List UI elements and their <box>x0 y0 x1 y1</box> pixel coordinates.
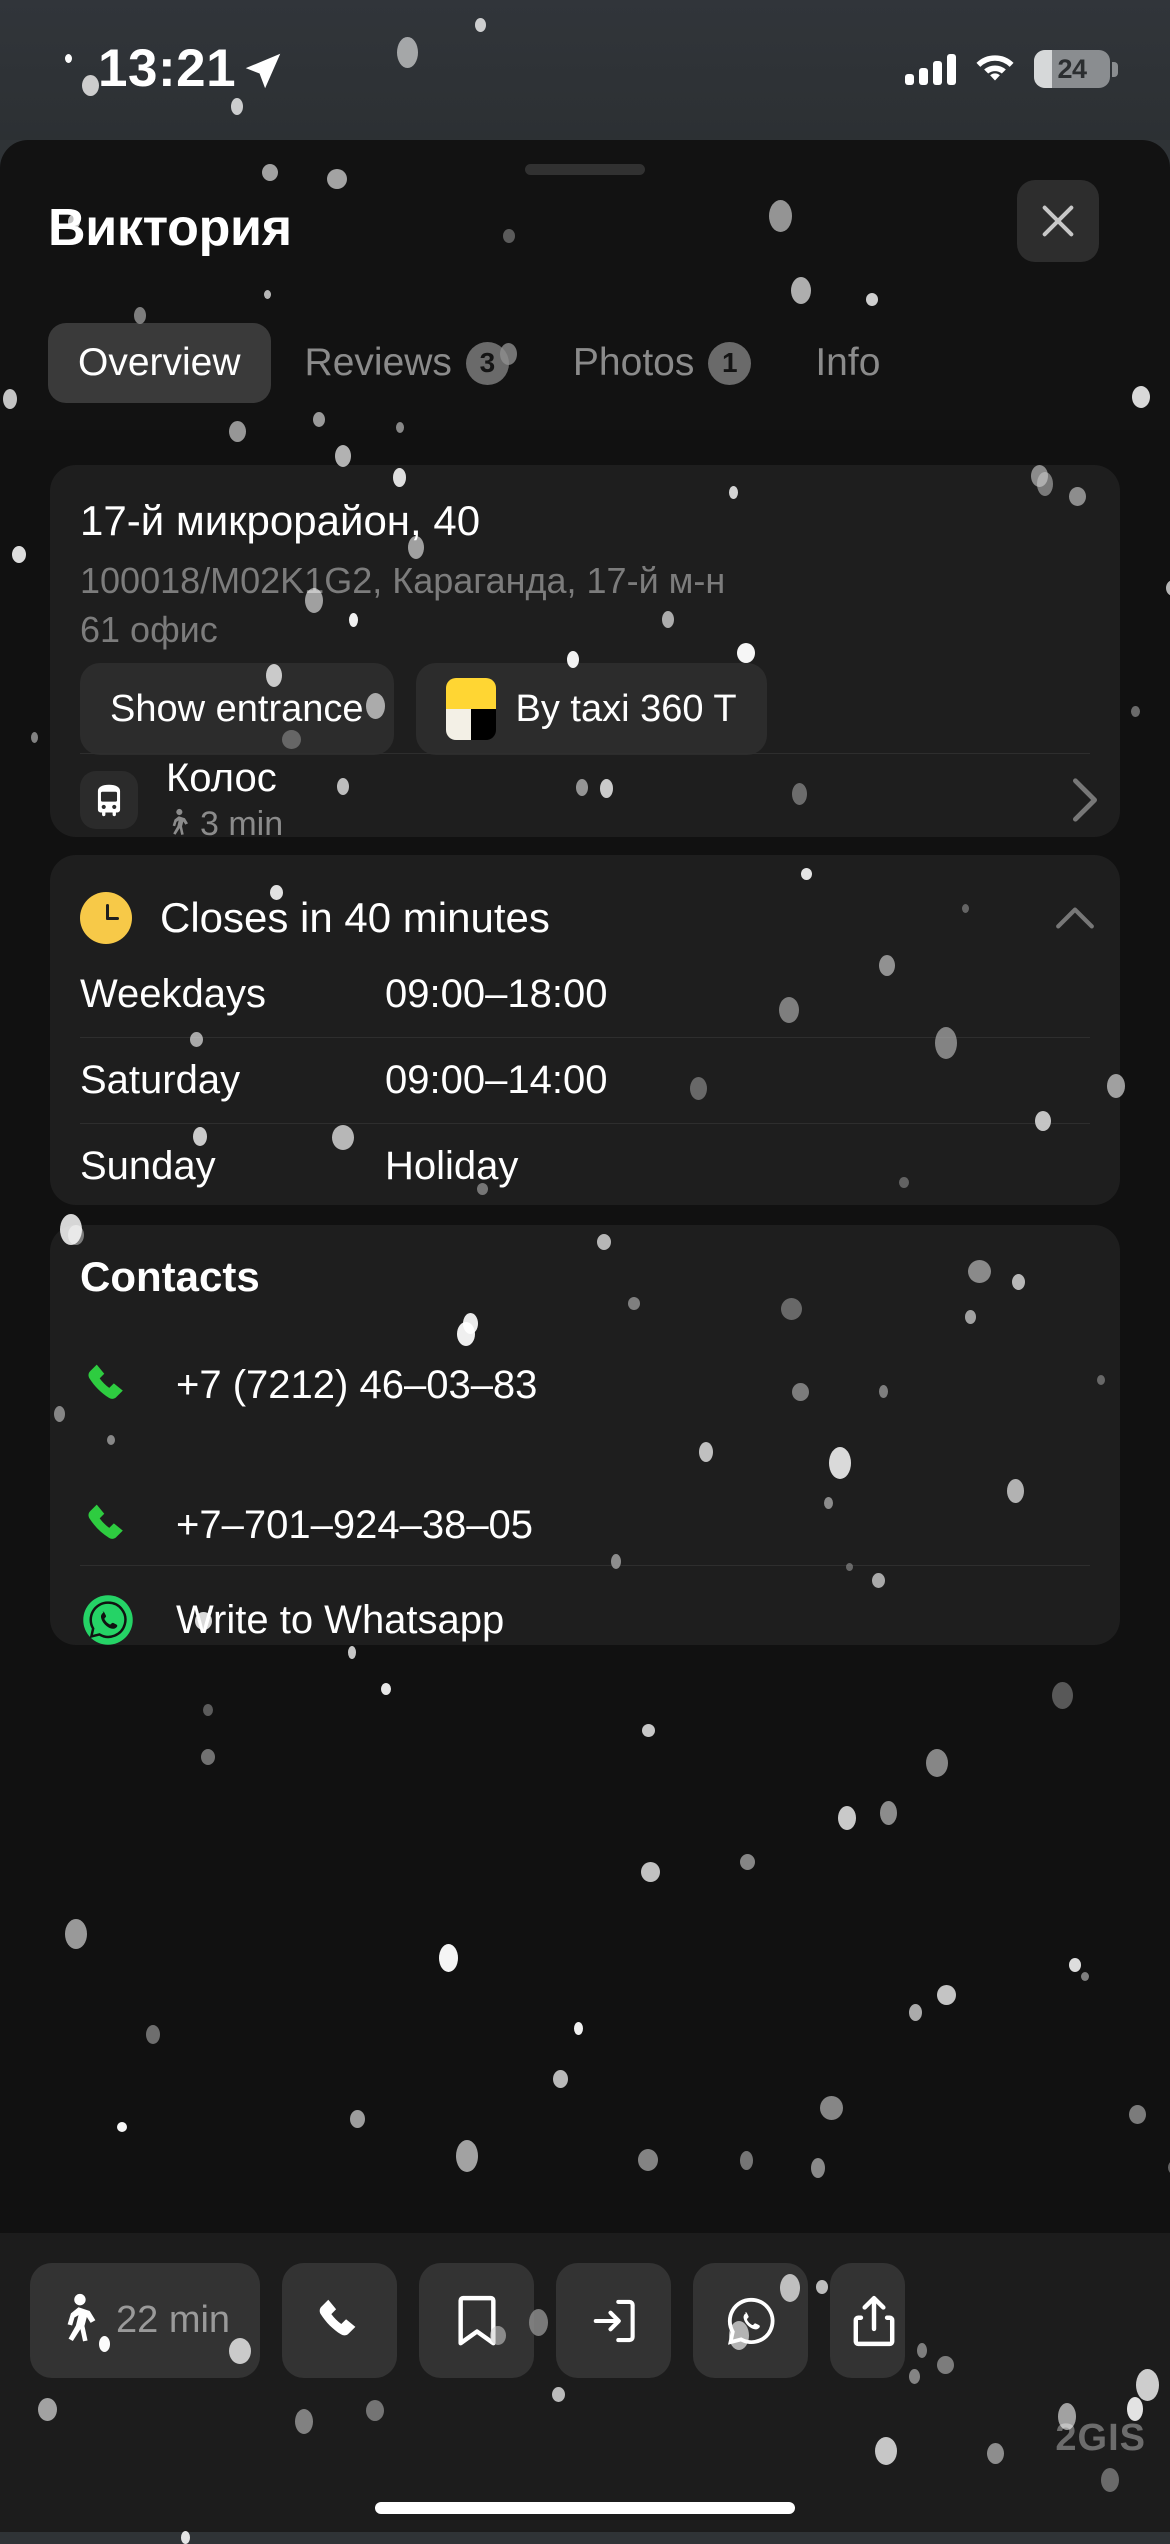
hours-row-weekdays: Weekdays 09:00–18:00 <box>80 951 1090 1037</box>
status-bar-time: 13:21 <box>98 39 237 98</box>
transit-stop-info: Колос 3 min <box>166 757 283 844</box>
hours-day-saturday: Saturday <box>80 1057 241 1102</box>
hours-row-saturday: Saturday 09:00–14:00 <box>80 1037 1090 1123</box>
enter-arrow-icon <box>593 2299 635 2342</box>
hours-day-weekdays: Weekdays <box>80 971 267 1016</box>
bookmark-icon <box>458 2295 496 2345</box>
tab-overview[interactable]: Overview <box>48 323 271 403</box>
address-subtitle-line1: 100018/M02K1G2, Караганда, 17-й м-н <box>80 560 726 601</box>
tab-info[interactable]: Info <box>785 323 910 403</box>
status-bar-indicators: 24 <box>905 50 1118 88</box>
transit-walk-time: 3 min <box>200 804 284 843</box>
bookmark-button[interactable] <box>419 2263 535 2378</box>
hours-card: Closes in 40 minutes Weekdays 09:00–18:0… <box>50 855 1120 1205</box>
tab-photos[interactable]: Photos 1 <box>543 323 781 403</box>
contacts-title: Contacts <box>80 1253 260 1300</box>
phone-icon <box>319 2299 355 2335</box>
bottom-action-bar: 22 min <box>0 2233 1170 2532</box>
hours-row-sunday: Sunday Holiday <box>80 1123 1090 1209</box>
tab-photos-badge: 1 <box>708 341 752 385</box>
yandex-taxi-icon <box>445 678 496 740</box>
transit-stop-row[interactable]: Колос 3 min <box>80 757 1100 843</box>
battery-level-label: 24 <box>1057 53 1087 84</box>
battery-icon: 24 <box>1034 50 1110 88</box>
show-entrance-label: Show entrance <box>110 687 364 730</box>
place-card-sheet: Виктория Overview Reviews 3 Photos 1 Inf… <box>0 140 1170 2532</box>
page-title: Виктория <box>48 199 292 257</box>
close-icon <box>1042 205 1074 237</box>
address-title: 17-й микрорайон, 40 <box>80 497 481 544</box>
tab-reviews-badge: 3 <box>465 341 509 385</box>
walking-person-icon <box>67 2293 96 2341</box>
whatsapp-button[interactable] <box>693 2263 809 2378</box>
clock-icon <box>80 892 132 944</box>
contact-phone-1-label: +7 (7212) 46–03–83 <box>176 1362 538 1407</box>
hours-status-label: Closes in 40 minutes <box>160 894 550 941</box>
contact-row-phone-1[interactable]: +7 (7212) 46–03–83 <box>80 1330 1090 1440</box>
contact-row-phone-2[interactable]: +7–701–924–38–05 <box>80 1470 1090 1580</box>
route-walk-label: 22 min <box>116 2299 231 2341</box>
hours-day-sunday: Sunday <box>80 1143 216 1188</box>
bottom-action-buttons: 22 min <box>30 2263 906 2378</box>
hours-time-weekdays: 09:00–18:00 <box>385 971 608 1016</box>
chevron-right-icon <box>1072 778 1097 822</box>
address-card-divider <box>80 753 1090 754</box>
hours-time-sunday: Holiday <box>385 1143 519 1188</box>
sheet-content: 17-й микрорайон, 40 100018/M02K1G2, Кара… <box>0 430 1170 2532</box>
contact-row-whatsapp[interactable]: Write to Whatsapp <box>80 1565 1090 1675</box>
address-subtitle: 100018/M02K1G2, Караганда, 17-й м-н 61 о… <box>80 557 725 654</box>
address-card: 17-й микрорайон, 40 100018/M02K1G2, Кара… <box>50 465 1120 843</box>
transit-stop-name: Колос <box>166 755 277 800</box>
tab-reviews-label: Reviews <box>304 341 452 384</box>
entrance-button[interactable] <box>556 2263 672 2378</box>
tab-photos-label: Photos <box>572 341 695 384</box>
phone-icon <box>80 1497 136 1553</box>
bus-icon <box>80 771 138 829</box>
close-button[interactable] <box>1017 180 1099 262</box>
share-button[interactable] <box>830 2263 906 2378</box>
show-entrance-button[interactable]: Show entrance <box>80 663 394 755</box>
by-taxi-button[interactable]: By taxi 360 T <box>415 663 767 755</box>
tab-info-label: Info <box>815 341 881 384</box>
phone-icon <box>80 1357 136 1413</box>
whatsapp-icon <box>80 1592 136 1648</box>
tab-bar: Overview Reviews 3 Photos 1 Info <box>48 323 910 403</box>
by-taxi-label: By taxi 360 T <box>515 687 737 730</box>
contact-whatsapp-label: Write to Whatsapp <box>176 1597 505 1642</box>
address-subtitle-line2: 61 офис <box>80 608 218 650</box>
chevron-up-icon[interactable] <box>1054 905 1096 931</box>
sheet-drag-handle[interactable] <box>525 164 645 175</box>
transit-walk-info: 3 min <box>166 805 283 844</box>
status-bar: 13:21 24 <box>0 0 1170 140</box>
wifi-icon <box>976 55 1014 81</box>
hours-time-saturday: 09:00–14:00 <box>385 1057 608 1102</box>
address-actions: Show entrance By taxi 360 T <box>80 663 767 755</box>
contacts-card: Contacts +7 (7212) 46–03–83 +7–701–924–3… <box>50 1225 1120 1645</box>
walking-person-icon <box>172 808 188 835</box>
share-icon <box>853 2295 895 2346</box>
home-indicator <box>375 2502 795 2514</box>
route-walk-button[interactable]: 22 min <box>30 2263 261 2378</box>
whatsapp-outline-icon <box>727 2297 775 2345</box>
tab-reviews[interactable]: Reviews 3 <box>275 323 539 403</box>
contact-phone-2-label: +7–701–924–38–05 <box>176 1502 534 1547</box>
call-button[interactable] <box>282 2263 398 2378</box>
hours-status-row[interactable]: Closes in 40 minutes <box>80 883 1096 953</box>
watermark-2gis: 2GIS <box>1055 2417 1146 2459</box>
location-arrow-icon <box>245 53 281 89</box>
tab-overview-label: Overview <box>78 341 241 384</box>
cellular-signal-icon <box>905 53 956 85</box>
